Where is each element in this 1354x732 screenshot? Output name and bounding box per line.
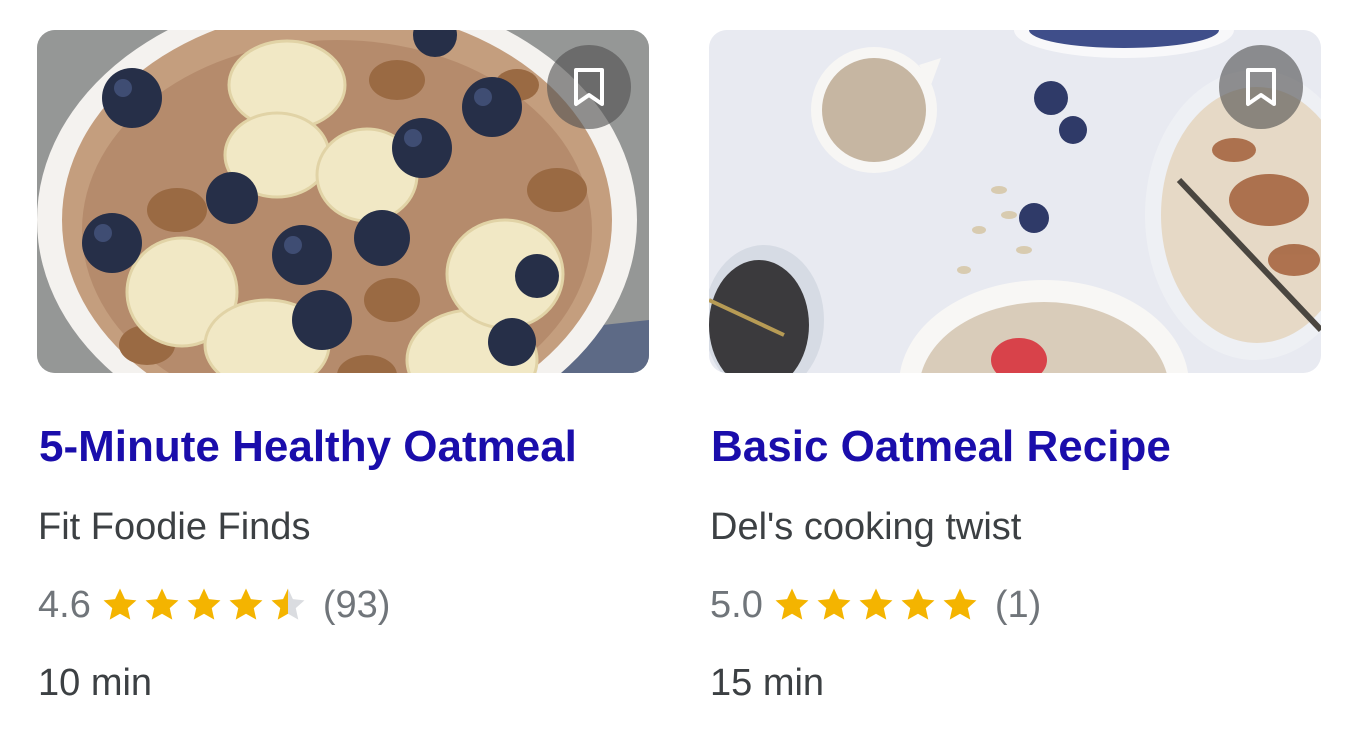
star-full-icon: [187, 588, 221, 620]
recipe-thumbnail[interactable]: [37, 30, 649, 373]
rating-stars: [773, 586, 983, 624]
recipe-title[interactable]: 5-Minute Healthy Oatmeal: [39, 422, 577, 472]
recipe-carousel: 5-Minute Healthy Oatmeal Fit Foodie Find…: [0, 0, 1354, 732]
save-recipe-button[interactable]: [547, 45, 631, 129]
rating-value: 5.0: [710, 583, 763, 626]
recipe-rating: 5.0 (1): [710, 582, 1041, 628]
recipe-card[interactable]: 5-Minute Healthy Oatmeal Fit Foodie Find…: [37, 30, 649, 704]
star-full-icon: [817, 588, 851, 620]
star-full-icon: [103, 588, 137, 620]
recipe-time: 15 min: [710, 662, 825, 704]
recipe-card[interactable]: Basic Oatmeal Recipe Del's cooking twist…: [709, 30, 1321, 704]
bookmark-icon: [1246, 68, 1276, 106]
recipe-thumbnail[interactable]: [709, 30, 1321, 373]
recipe-rating: 4.6 (93): [38, 582, 390, 628]
save-recipe-button[interactable]: [1219, 45, 1303, 129]
star-full-icon: [229, 588, 263, 620]
recipe-title[interactable]: Basic Oatmeal Recipe: [711, 422, 1171, 472]
review-count: (1): [994, 583, 1042, 626]
star-full-icon: [859, 588, 893, 620]
star-full-icon: [901, 588, 935, 620]
star-full-icon: [145, 588, 179, 620]
recipe-source: Fit Foodie Finds: [38, 506, 311, 548]
bookmark-icon: [574, 68, 604, 106]
star-full-icon: [775, 588, 809, 620]
star-half-icon: [271, 588, 305, 620]
recipe-source: Del's cooking twist: [710, 506, 1022, 548]
rating-value: 4.6: [38, 583, 91, 626]
rating-stars: [101, 586, 311, 624]
review-count: (93): [322, 583, 391, 626]
star-full-icon: [943, 588, 977, 620]
recipe-time: 10 min: [38, 662, 153, 704]
